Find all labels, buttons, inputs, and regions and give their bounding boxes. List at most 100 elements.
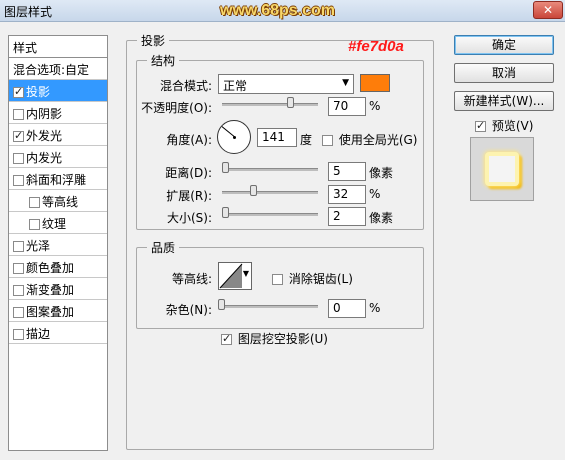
- shadow-color-swatch[interactable]: [360, 74, 390, 92]
- style-item[interactable]: 颜色叠加: [9, 256, 107, 278]
- style-item-checkbox[interactable]: [29, 219, 40, 230]
- quality-title: 品质: [147, 239, 180, 256]
- structure-title: 结构: [147, 52, 180, 69]
- style-item-label: 斜面和浮雕: [26, 173, 87, 187]
- style-item-checkbox[interactable]: [13, 175, 24, 186]
- close-icon: ✕: [542, 3, 554, 17]
- style-item-label: 外发光: [26, 129, 63, 143]
- spread-slider-track[interactable]: [222, 191, 318, 194]
- angle-unit: 度: [300, 133, 313, 147]
- contour-picker[interactable]: ▼: [218, 262, 252, 290]
- style-item-checkbox[interactable]: [13, 241, 24, 252]
- style-item[interactable]: 渐变叠加: [9, 278, 107, 300]
- angle-label: 角度(A):: [166, 133, 212, 147]
- contour-label: 等高线:: [171, 272, 212, 286]
- style-item-checkbox[interactable]: [13, 307, 24, 318]
- global-light-checkbox[interactable]: 使用全局光(G): [322, 131, 418, 148]
- style-list: 混合选项:自定投影内阴影外发光内发光斜面和浮雕等高线纹理光泽颜色叠加渐变叠加图案…: [9, 58, 107, 344]
- knockout-label: 图层挖空投影(U): [237, 332, 328, 346]
- color-annotation: #fe7d0a: [348, 38, 404, 55]
- style-item[interactable]: 斜面和浮雕: [9, 168, 107, 190]
- style-item[interactable]: 等高线: [9, 190, 107, 212]
- distance-field[interactable]: 5: [328, 162, 366, 181]
- style-item[interactable]: 内发光: [9, 146, 107, 168]
- style-item[interactable]: 光泽: [9, 234, 107, 256]
- opacity-label: 不透明度(O):: [141, 101, 212, 115]
- style-item-checkbox[interactable]: [13, 263, 24, 274]
- style-preview-thumbnail: [470, 137, 534, 201]
- ok-button[interactable]: 确定: [454, 35, 554, 55]
- contour-chevron-down-icon[interactable]: ▼: [243, 269, 249, 278]
- angle-field[interactable]: 141: [257, 128, 297, 147]
- cancel-button[interactable]: 取消: [454, 63, 554, 83]
- style-item[interactable]: 纹理: [9, 212, 107, 234]
- style-item-label: 渐变叠加: [26, 283, 75, 297]
- style-item-label: 图案叠加: [26, 305, 75, 319]
- close-button[interactable]: ✕: [533, 1, 563, 19]
- opacity-slider-thumb[interactable]: [287, 97, 294, 108]
- style-item-checkbox[interactable]: [13, 109, 24, 120]
- spread-unit: %: [369, 187, 381, 201]
- noise-field[interactable]: 0: [328, 299, 366, 318]
- style-item-label: 描边: [26, 327, 51, 341]
- angle-dial[interactable]: [217, 120, 251, 154]
- style-item-label: 投影: [26, 85, 51, 99]
- global-light-box[interactable]: [322, 135, 333, 146]
- styles-panel: 样式 混合选项:自定投影内阴影外发光内发光斜面和浮雕等高线纹理光泽颜色叠加渐变叠…: [8, 35, 108, 451]
- distance-unit: 像素: [369, 166, 394, 180]
- size-label: 大小(S):: [166, 211, 212, 225]
- noise-unit: %: [369, 301, 381, 315]
- style-item[interactable]: 外发光: [9, 124, 107, 146]
- style-item[interactable]: 图案叠加: [9, 300, 107, 322]
- angle-center: [233, 136, 236, 139]
- global-light-label: 使用全局光(G): [338, 133, 418, 147]
- blend-mode-value: 正常: [223, 79, 248, 93]
- anti-alias-label: 消除锯齿(L): [288, 272, 353, 286]
- style-item-label: 混合选项:自定: [13, 63, 90, 77]
- preview-label: 预览(V): [491, 119, 534, 133]
- distance-label: 距离(D):: [165, 166, 212, 180]
- style-item-checkbox[interactable]: [13, 129, 24, 142]
- style-item[interactable]: 描边: [9, 322, 107, 344]
- size-field[interactable]: 2: [328, 207, 366, 226]
- anti-alias-box[interactable]: [272, 274, 283, 285]
- noise-label: 杂色(N):: [165, 303, 212, 317]
- opacity-unit: %: [369, 99, 381, 113]
- distance-slider-track[interactable]: [222, 168, 318, 171]
- drop-shadow-title: 投影: [137, 32, 170, 49]
- knockout-checkbox[interactable]: 图层挖空投影(U): [221, 330, 328, 347]
- preview-swatch: [485, 152, 519, 186]
- preview-checkbox[interactable]: 预览(V): [475, 117, 533, 134]
- size-slider-thumb[interactable]: [222, 207, 229, 218]
- style-item[interactable]: 混合选项:自定: [9, 58, 107, 80]
- size-slider-track[interactable]: [222, 213, 318, 216]
- style-item-checkbox[interactable]: [13, 285, 24, 296]
- spread-field[interactable]: 32: [328, 185, 366, 204]
- noise-slider-thumb[interactable]: [218, 299, 225, 310]
- opacity-slider-track[interactable]: [222, 103, 318, 106]
- title-bar: 图层样式 www.68ps.com ✕: [0, 0, 565, 22]
- style-item-checkbox[interactable]: [13, 85, 24, 98]
- opacity-field[interactable]: 70: [328, 97, 366, 116]
- window-title: 图层样式: [4, 5, 53, 19]
- style-item-label: 等高线: [42, 195, 79, 209]
- knockout-box[interactable]: [221, 332, 232, 345]
- size-unit: 像素: [369, 211, 394, 225]
- style-item-checkbox[interactable]: [29, 197, 40, 208]
- chevron-down-icon: ▼: [342, 78, 349, 88]
- preview-box[interactable]: [475, 119, 486, 132]
- style-item[interactable]: 投影: [9, 80, 107, 102]
- contour-curve-icon: [219, 263, 243, 289]
- spread-slider-thumb[interactable]: [250, 185, 257, 196]
- new-style-button[interactable]: 新建样式(W)...: [454, 91, 554, 111]
- spread-label: 扩展(R):: [166, 189, 212, 203]
- distance-slider-thumb[interactable]: [222, 162, 229, 173]
- style-item-checkbox[interactable]: [13, 329, 24, 340]
- style-item-label: 内阴影: [26, 107, 63, 121]
- style-item-checkbox[interactable]: [13, 153, 24, 164]
- styles-panel-header: 样式: [9, 36, 107, 58]
- anti-alias-checkbox[interactable]: 消除锯齿(L): [272, 270, 353, 287]
- style-item[interactable]: 内阴影: [9, 102, 107, 124]
- noise-slider-track[interactable]: [222, 305, 318, 308]
- blend-mode-select[interactable]: 正常 ▼: [218, 74, 354, 94]
